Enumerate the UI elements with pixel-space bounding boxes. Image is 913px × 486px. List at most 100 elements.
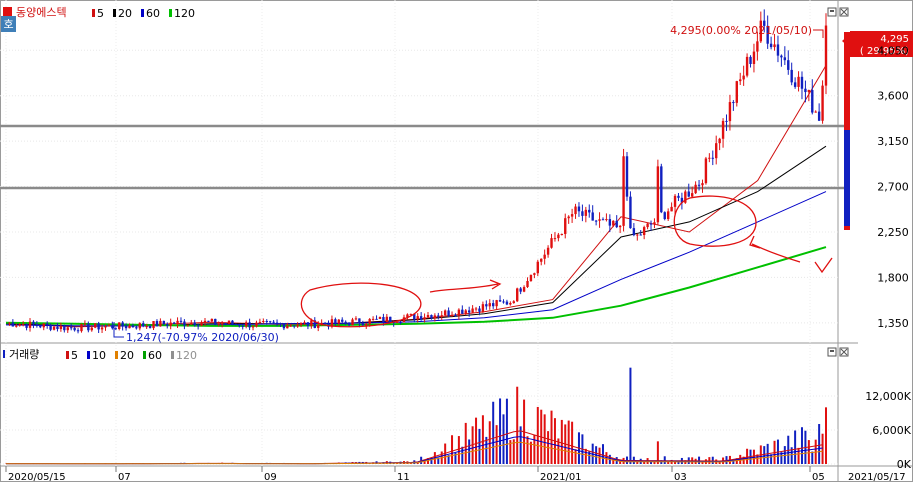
candle-body xyxy=(417,316,419,319)
candle-body xyxy=(461,310,463,314)
candle-body xyxy=(574,207,576,215)
candle-body xyxy=(231,321,233,324)
volume-bar xyxy=(568,421,570,464)
legend-label: 60 xyxy=(146,7,160,20)
candle-body xyxy=(441,315,443,316)
candle-body xyxy=(70,327,72,328)
candle-body xyxy=(25,324,27,328)
candle-body xyxy=(465,310,467,313)
candle-body xyxy=(293,325,295,326)
candle-body xyxy=(211,319,213,321)
candle-body xyxy=(540,259,542,262)
candle-body xyxy=(801,77,803,89)
candle-body xyxy=(341,320,343,322)
volume-bar xyxy=(482,415,484,464)
candle-body xyxy=(742,76,744,80)
price-tick-label: 4,050 xyxy=(877,44,909,57)
candle-body xyxy=(664,212,666,219)
candle-body xyxy=(825,26,827,86)
candle-body xyxy=(303,322,305,323)
volume-legend-swatch xyxy=(87,351,90,359)
candle-body xyxy=(218,323,220,324)
candle-body xyxy=(300,323,302,325)
candle-body xyxy=(677,196,679,198)
candle-body xyxy=(77,330,79,331)
candle-body xyxy=(736,81,738,103)
candle-body xyxy=(550,238,552,248)
candle-body xyxy=(519,288,521,291)
volume-bar xyxy=(527,436,529,464)
candle-body xyxy=(643,227,645,235)
candle-body xyxy=(197,325,199,326)
candle-body xyxy=(646,224,648,228)
candle-body xyxy=(296,325,298,326)
candle-body xyxy=(324,323,326,324)
candle-body xyxy=(53,327,55,330)
candle-body xyxy=(622,156,624,226)
volume-bar xyxy=(496,425,498,464)
candle-body xyxy=(557,235,559,238)
volume-tick-label: 6,000K xyxy=(872,424,911,437)
candle-body xyxy=(29,322,31,328)
volume-legend-label: 5 xyxy=(71,349,78,362)
candle-body xyxy=(156,321,158,326)
candle-body xyxy=(784,57,786,60)
candle-body xyxy=(15,326,17,327)
candle-body xyxy=(629,197,631,228)
candle-body xyxy=(619,226,621,227)
candle-body xyxy=(152,321,154,328)
candle-body xyxy=(87,324,89,331)
legend-label: 120 xyxy=(174,7,195,20)
candle-body xyxy=(516,288,518,301)
candle-body xyxy=(368,319,370,324)
candle-body xyxy=(526,281,528,287)
candle-body xyxy=(626,156,628,196)
candle-body xyxy=(674,196,676,207)
volume-bar xyxy=(822,434,824,464)
candle-body xyxy=(60,326,62,329)
candle-body xyxy=(616,221,618,227)
candle-body xyxy=(705,158,707,183)
low-annotation: 1,247(-70.97% 2020/06/30) xyxy=(126,331,279,344)
candle-body xyxy=(588,210,590,213)
chart-canvas: 4,295 ( 29.95%) 동양에스텍 52060120 호 4,295(0… xyxy=(0,0,913,482)
candle-body xyxy=(183,321,185,325)
candle-body xyxy=(746,57,748,76)
volume-bar xyxy=(664,456,666,464)
volume-bar xyxy=(818,424,820,464)
candle-body xyxy=(135,327,137,328)
candle-body xyxy=(252,326,254,327)
candle-body xyxy=(777,44,779,55)
candle-body xyxy=(190,322,192,324)
candle-body xyxy=(698,185,700,186)
candle-body xyxy=(506,302,508,305)
candle-body xyxy=(362,323,364,325)
candle-body xyxy=(725,121,727,122)
candle-body xyxy=(492,303,494,306)
candle-body xyxy=(121,322,123,326)
volume-bar xyxy=(530,442,532,464)
candle-body xyxy=(640,235,642,236)
volume-bar xyxy=(465,423,467,464)
candle-body xyxy=(667,211,669,219)
candle-body xyxy=(773,44,775,47)
candle-body xyxy=(283,324,285,328)
candle-body xyxy=(221,323,223,324)
candle-body xyxy=(169,323,171,326)
volume-bar xyxy=(712,457,714,464)
candle-body xyxy=(694,185,696,193)
candle-body xyxy=(564,218,566,234)
volume-legend-label: 60 xyxy=(148,349,162,362)
legend-label: 20 xyxy=(118,7,132,20)
candle-body xyxy=(722,121,724,139)
volume-bar xyxy=(571,422,573,464)
candle-body xyxy=(46,324,48,325)
candle-body xyxy=(269,321,271,322)
volume-bar xyxy=(489,421,491,464)
price-tick-label: 1,350 xyxy=(877,317,909,330)
candle-body xyxy=(670,207,672,211)
candle-body xyxy=(787,60,789,70)
candle-body xyxy=(142,323,144,326)
volume-bar xyxy=(458,436,460,464)
candle-body xyxy=(821,86,823,121)
